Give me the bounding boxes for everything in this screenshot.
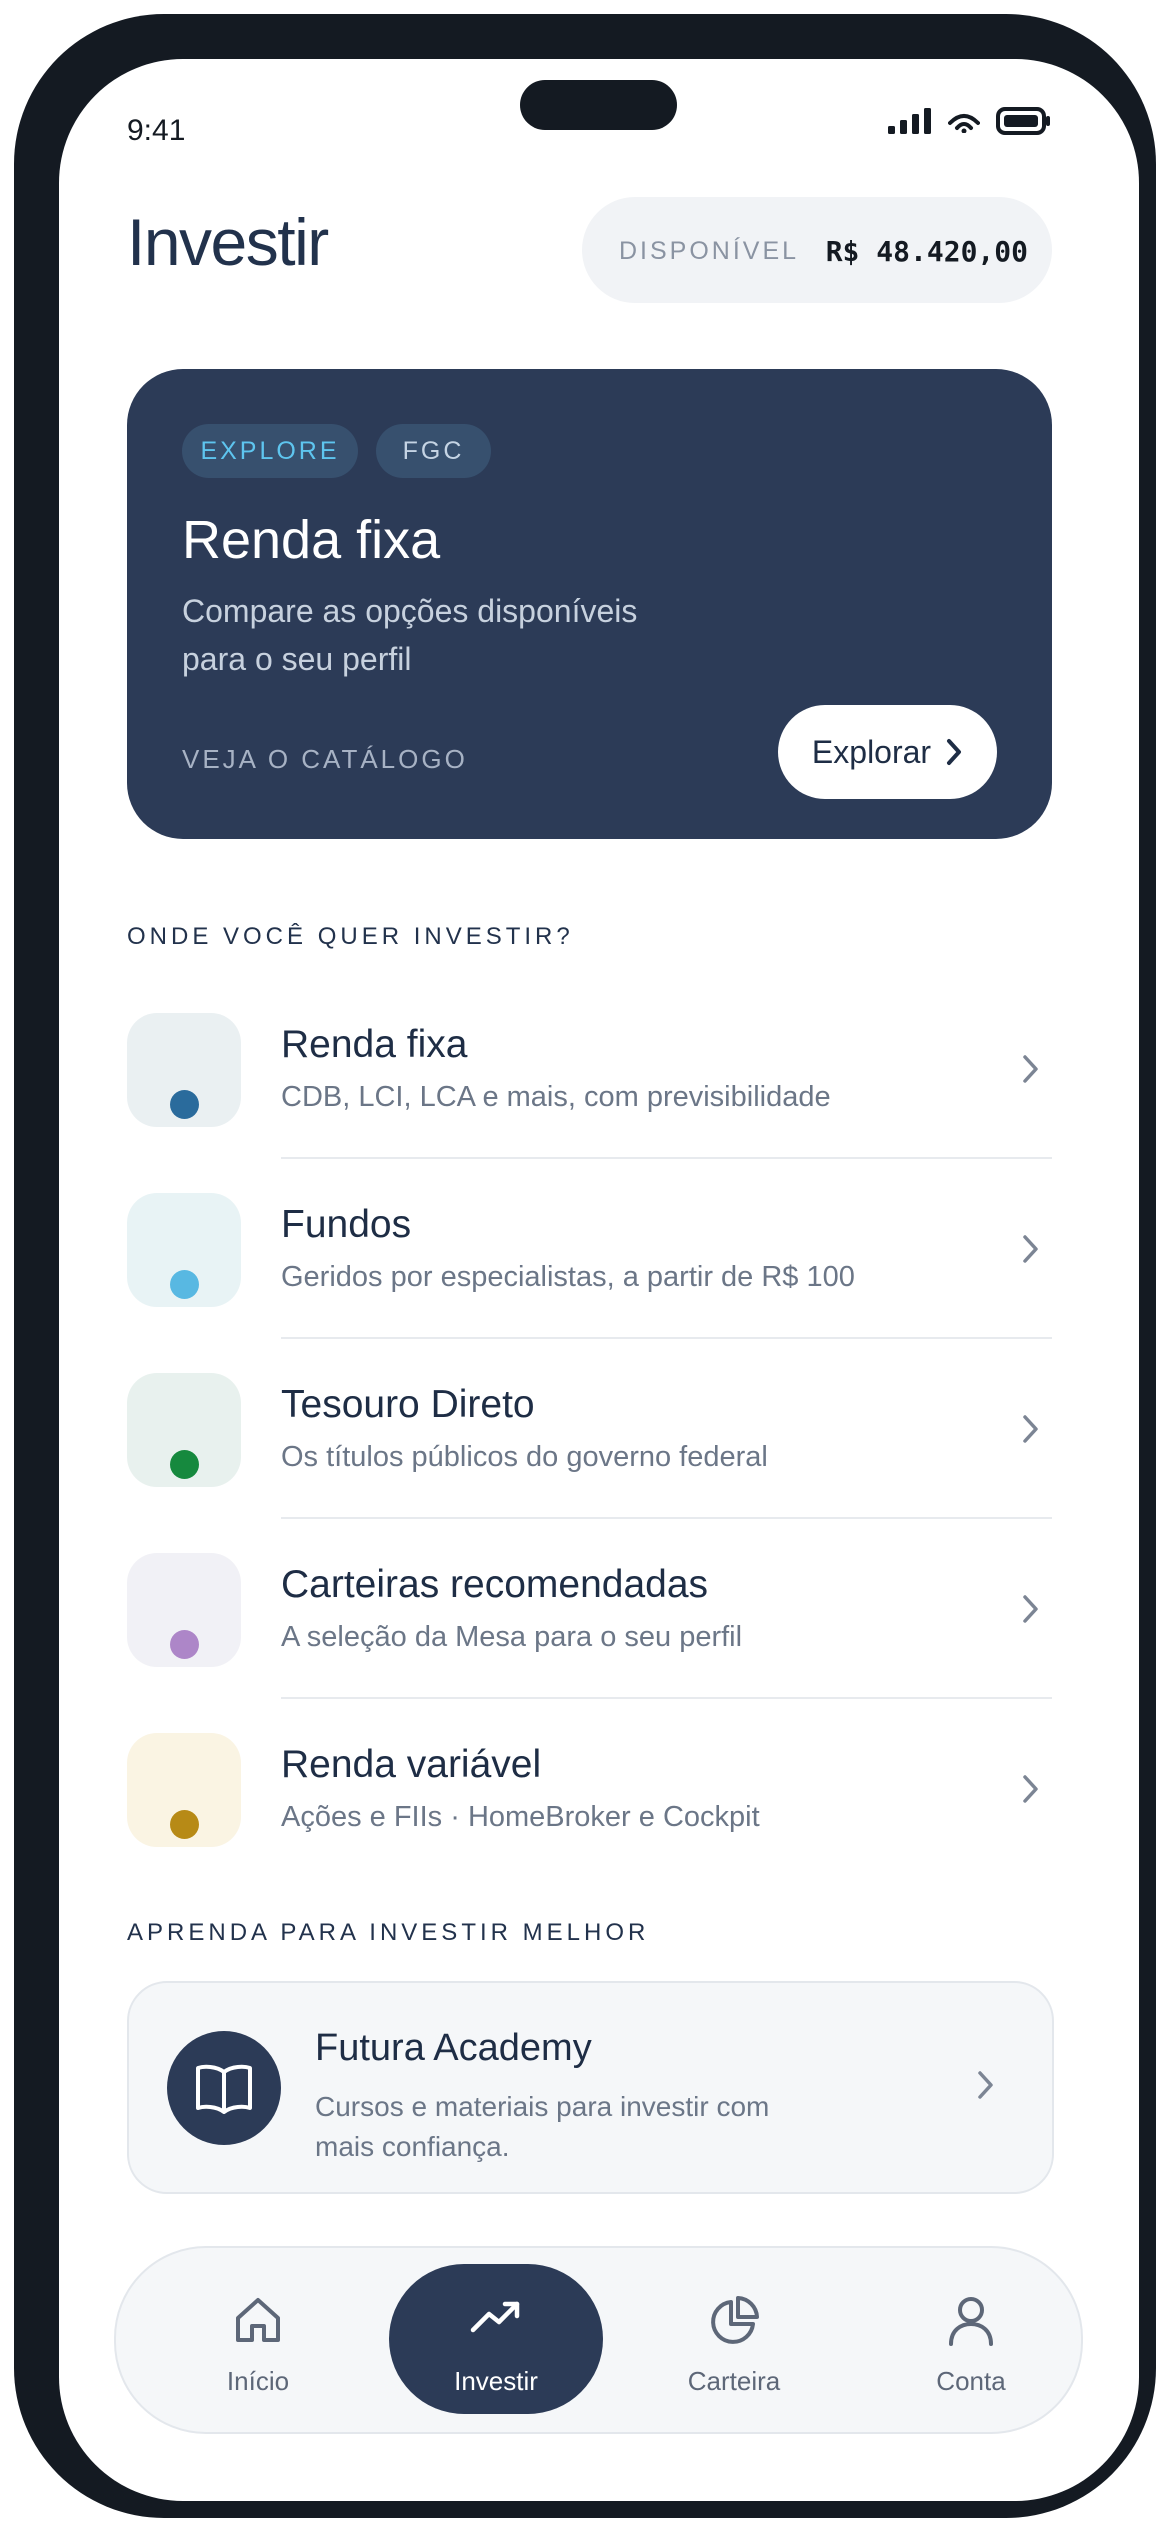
invest-option-title: Tesouro Direto — [281, 1383, 535, 1426]
invest-option-row[interactable]: Carteiras recomendadas A seleção da Mesa … — [127, 1519, 1052, 1699]
battery-icon — [996, 107, 1050, 135]
pie-chart-icon — [711, 2296, 759, 2344]
hero-description: Compare as opções disponíveis para o seu… — [182, 593, 638, 677]
page-title: Investir — [127, 205, 329, 279]
nav-label-carteira: Carteira — [687, 2366, 781, 2396]
hero-catalog-link[interactable]: VEJA O CATÁLOGO — [182, 744, 468, 775]
nav-label-conta: Conta — [936, 2366, 1006, 2396]
academy-subtitle: Cursos e materiais para investir com mai… — [315, 2091, 770, 2162]
invest-option-row[interactable]: Fundos Geridos por especialistas, a parti… — [127, 1159, 1052, 1339]
academy-card[interactable]: Futura Academy Cursos e materiais para i… — [127, 1981, 1054, 2194]
category-icon-box — [127, 1733, 241, 1847]
invest-option-row[interactable]: Tesouro Direto Os títulos públicos do gov… — [127, 1339, 1052, 1519]
learn-section-heading: APRENDA PARA INVESTIR MELHOR — [127, 1919, 650, 1946]
phone-frame: 9:41 Investir DISPONÍVEL R$ 48.420,00 EX… — [14, 14, 1156, 2518]
category-dot-icon — [170, 1450, 199, 1479]
explore-button[interactable]: Explorar — [778, 705, 997, 799]
category-dot-icon — [170, 1270, 199, 1299]
chevron-right-icon — [1023, 1775, 1038, 1803]
hero-card: EXPLORE FGC Renda fixa Compare as opções… — [127, 369, 1052, 839]
nav-label-inicio: Início — [226, 2366, 290, 2396]
invest-option-title: Renda variável — [281, 1743, 542, 1786]
fgc-chip: FGC — [376, 424, 491, 478]
category-icon-box — [127, 1373, 241, 1487]
balance-value: R$ 48.420,00 — [825, 235, 1028, 268]
category-dot-icon — [170, 1630, 199, 1659]
category-dot-icon — [170, 1090, 199, 1119]
bottom-nav: Início Investir Carteira Conta — [114, 2246, 1083, 2434]
user-icon — [949, 2297, 993, 2346]
invest-option-title: Fundos — [281, 1203, 412, 1246]
nav-item-investir[interactable]: Investir — [389, 2248, 603, 2432]
wifi-icon — [948, 114, 980, 133]
chevron-right-icon — [1023, 1235, 1038, 1263]
chevron-right-icon — [947, 739, 962, 765]
status-icons — [888, 107, 1052, 135]
invest-option-subtitle: CDB, LCI, LCA e mais, com previsibilidad… — [281, 1081, 831, 1113]
category-dot-icon — [170, 1810, 199, 1839]
invest-option-title: Renda fixa — [281, 1023, 468, 1066]
trending-up-icon — [470, 2301, 520, 2333]
invest-option-subtitle: Os títulos públicos do governo federal — [281, 1441, 768, 1473]
hero-title: Renda fixa — [182, 510, 441, 570]
chevron-right-icon — [978, 2071, 993, 2099]
book-icon — [196, 2064, 252, 2114]
dynamic-island — [520, 80, 677, 130]
category-icon-box — [127, 1013, 241, 1127]
status-time: 9:41 — [127, 114, 186, 147]
chevron-right-icon — [1023, 1415, 1038, 1443]
category-icon-box — [127, 1553, 241, 1667]
cellular-signal-icon — [888, 108, 931, 134]
nav-item-inicio[interactable]: Início — [158, 2248, 358, 2432]
chevron-right-icon — [1023, 1055, 1038, 1083]
invest-option-row[interactable]: Renda variável Ações e FIIs · HomeBroker … — [127, 1699, 1052, 1879]
invest-option-subtitle: Ações e FIIs · HomeBroker e Cockpit — [281, 1801, 760, 1833]
invest-section-heading: ONDE VOCÊ QUER INVESTIR? — [127, 923, 574, 950]
screen: 9:41 Investir DISPONÍVEL R$ 48.420,00 EX… — [59, 59, 1139, 2501]
invest-option-title: Carteiras recomendadas — [281, 1563, 709, 1606]
nav-item-carteira[interactable]: Carteira — [634, 2248, 834, 2432]
balance-label: DISPONÍVEL — [619, 237, 800, 265]
invest-option-row[interactable]: Renda fixa CDB, LCI, LCA e mais, com prev… — [127, 979, 1052, 1159]
category-icon-box — [127, 1193, 241, 1307]
nav-item-conta[interactable]: Conta — [871, 2248, 1071, 2432]
balance-pill: DISPONÍVEL R$ 48.420,00 — [582, 197, 1052, 303]
academy-title: Futura Academy — [315, 2027, 592, 2069]
invest-option-subtitle: A seleção da Mesa para o seu perfil — [281, 1621, 743, 1653]
explore-button-label: Explorar — [811, 733, 932, 770]
academy-avatar — [167, 2031, 281, 2145]
nav-label-investir: Investir — [454, 2366, 538, 2396]
home-icon — [236, 2298, 280, 2342]
chevron-right-icon — [1023, 1595, 1038, 1623]
invest-option-subtitle: Geridos por especialistas, a partir de R… — [281, 1261, 855, 1293]
explore-chip: EXPLORE — [182, 424, 358, 478]
